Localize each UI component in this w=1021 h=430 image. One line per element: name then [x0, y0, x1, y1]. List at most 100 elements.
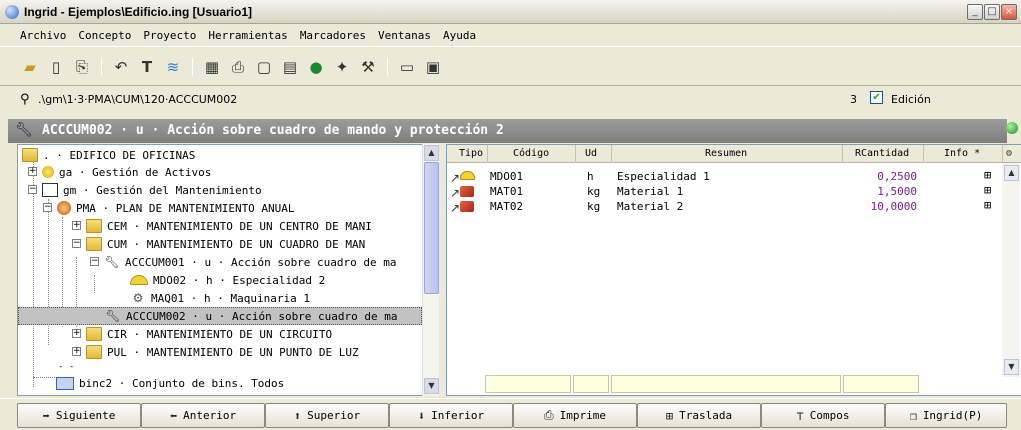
plan-icon: [57, 201, 71, 215]
col-resumen[interactable]: Resumen: [705, 148, 747, 159]
structure-icon[interactable]: ⊞: [984, 198, 991, 212]
tree-node-cum[interactable]: CUM · MANTENIMIENTO DE UN CUADRO DE MAN: [86, 235, 367, 253]
col-rcantidad[interactable]: RCantidad: [855, 148, 909, 159]
cell-rcantidad: 1,5000: [877, 185, 917, 198]
maximize-button[interactable]: □: [984, 4, 1000, 20]
scroll-down-button[interactable]: ▼: [1004, 359, 1019, 375]
collapse-toggle[interactable]: −: [28, 185, 37, 194]
close-button[interactable]: ×: [1001, 4, 1017, 20]
menu-herramientas[interactable]: Herramientas: [208, 29, 287, 42]
copy-icon[interactable]: ⎘: [72, 57, 92, 77]
total-rcantidad-cell: [843, 375, 919, 393]
expand-toggle[interactable]: +: [72, 221, 81, 230]
edicion-checkbox[interactable]: ✔: [870, 91, 883, 104]
expand-toggle[interactable]: +: [72, 347, 81, 356]
print-icon[interactable]: ⎙: [228, 57, 248, 77]
globe-icon[interactable]: ●: [306, 57, 326, 77]
components-grid: Tipo Código Ud Resumen RCantidad Info * …: [446, 144, 1021, 396]
tree-node-pma[interactable]: PMA · PLAN DE MANTENIMIENTO ANUAL: [57, 199, 297, 217]
cell-ud: kg: [587, 200, 601, 213]
settings-icon[interactable]: ⚙: [1006, 148, 1012, 159]
anterior-button[interactable]: ⬅ Anterior: [141, 403, 265, 428]
col-divider[interactable]: [842, 145, 843, 163]
type-icon[interactable]: T: [137, 57, 157, 77]
col-divider[interactable]: [575, 145, 576, 163]
superior-button[interactable]: ⬆ Superior: [265, 403, 389, 428]
tree-node-cem[interactable]: CEM · MANTENIMIENTO DE UN CENTRO DE MANI: [86, 217, 374, 235]
window-title: Ingrid - Ejemplos\Edificio.ing [Usuario1…: [24, 5, 253, 19]
users-icon[interactable]: ✦: [332, 57, 352, 77]
globe-icon[interactable]: [1006, 122, 1018, 134]
col-divider[interactable]: [611, 145, 612, 163]
col-divider[interactable]: [487, 145, 488, 163]
toolbar-separator: [192, 58, 193, 76]
col-tipo[interactable]: Tipo: [459, 148, 483, 159]
binoculars-icon[interactable]: ⚲: [20, 92, 30, 107]
tree-scrollbar[interactable]: ▲ ▼: [422, 144, 439, 396]
total-resumen-cell: [611, 375, 841, 393]
col-divider[interactable]: [1002, 145, 1003, 163]
tree-node-binc2[interactable]: binc2 · Conjunto de bins. Todos: [56, 374, 286, 392]
arrow-down-icon: ⬇: [417, 408, 426, 423]
menu-concepto[interactable]: Concepto: [78, 29, 131, 42]
scroll-up-button[interactable]: ▲: [1004, 165, 1019, 181]
ingrid-button[interactable]: ❐ Ingrid(P): [885, 403, 1007, 428]
imprime-button[interactable]: ⎙ Imprime: [513, 403, 637, 428]
compos-button[interactable]: ⊤ Compos: [761, 403, 885, 428]
minimize-button[interactable]: _: [967, 4, 983, 20]
header-title: ACCCUM002 · u · Acción sobre cuadro de m…: [42, 123, 504, 138]
scroll-up-button[interactable]: ▲: [424, 145, 439, 161]
open-folder-icon[interactable]: ▰: [20, 57, 40, 77]
tree-node-mdo02[interactable]: MDO02 · h · Especialidad 2: [130, 271, 327, 289]
structure-icon[interactable]: ⊞: [984, 183, 991, 197]
page-icon[interactable]: ▢: [254, 57, 274, 77]
tree-node-ga[interactable]: ga · Gestión de Activos: [42, 163, 213, 181]
cell-ud: kg: [587, 185, 601, 198]
tools-icon[interactable]: ⚒: [358, 57, 378, 77]
total-codigo-cell: [485, 375, 571, 393]
menu-ventanas[interactable]: Ventanas: [378, 29, 431, 42]
toolbar-separator: [387, 58, 388, 76]
expand-toggle[interactable]: +: [72, 329, 81, 338]
col-codigo[interactable]: Código: [513, 148, 549, 159]
expand-toggle[interactable]: +: [28, 167, 37, 176]
tree-node-gm[interactable]: gm · Gestión del Mantenimiento: [42, 181, 264, 199]
collapse-toggle[interactable]: −: [72, 239, 81, 248]
tree-node-acccum001[interactable]: 🔧︎ ACCCUM001 · u · Acción sobre cuadro d…: [104, 253, 399, 271]
material-brick-icon: [460, 201, 474, 212]
col-info[interactable]: Info *: [944, 148, 980, 159]
menu-marcadores[interactable]: Marcadores: [300, 29, 366, 42]
color-stripes-icon[interactable]: ≋: [163, 57, 183, 77]
bulb-icon: [42, 166, 54, 178]
menu-proyecto[interactable]: Proyecto: [143, 29, 196, 42]
col-divider[interactable]: [923, 145, 924, 163]
cell-codigo: MAT02: [490, 200, 524, 213]
scroll-down-button[interactable]: ▼: [424, 378, 439, 394]
structure-icon[interactable]: ▣: [423, 57, 443, 77]
tree-node-maq01[interactable]: ⚙ MAQ01 · h · Maquinaria 1: [130, 289, 312, 307]
collapse-toggle[interactable]: −: [90, 257, 99, 266]
tree-node-acccum002[interactable]: 🔧︎ ACCCUM002 · u · Acción sobre cuadro d…: [18, 307, 422, 325]
grid-icon[interactable]: ▤: [280, 57, 300, 77]
undo-icon[interactable]: ↶: [111, 57, 131, 77]
new-document-icon[interactable]: ▯: [46, 57, 66, 77]
menu-ayuda[interactable]: Ayuda: [443, 29, 476, 42]
scroll-thumb[interactable]: [424, 162, 439, 294]
structure-icon[interactable]: ⊞: [984, 168, 991, 182]
traslada-button[interactable]: ⊞ Traslada: [637, 403, 761, 428]
toolbar-separator: [101, 58, 102, 76]
wrench-icon: 🔧︎: [105, 309, 121, 323]
table-icon[interactable]: ▦: [202, 57, 222, 77]
folder-icon: [86, 345, 102, 359]
total-ud-cell: [573, 375, 609, 393]
calendar-icon[interactable]: ▭: [397, 57, 417, 77]
col-ud[interactable]: Ud: [585, 148, 597, 159]
tree-node-root[interactable]: . · EDIFICO DE OFICINAS: [22, 146, 197, 164]
tree-node-cir[interactable]: CIR · MANTENIMIENTO DE UN CIRCUITO: [86, 325, 334, 343]
grid-scrollbar[interactable]: ▲ ▼: [1002, 163, 1020, 377]
inferior-button[interactable]: ⬇ Inferior: [389, 403, 513, 428]
collapse-toggle[interactable]: −: [43, 203, 52, 212]
tree-node-pul[interactable]: PUL · MANTENIMIENTO DE UN PUNTO DE LUZ: [86, 343, 361, 361]
siguiente-button[interactable]: ➡ Siguiente: [17, 403, 141, 428]
menu-archivo[interactable]: Archivo: [20, 29, 66, 42]
